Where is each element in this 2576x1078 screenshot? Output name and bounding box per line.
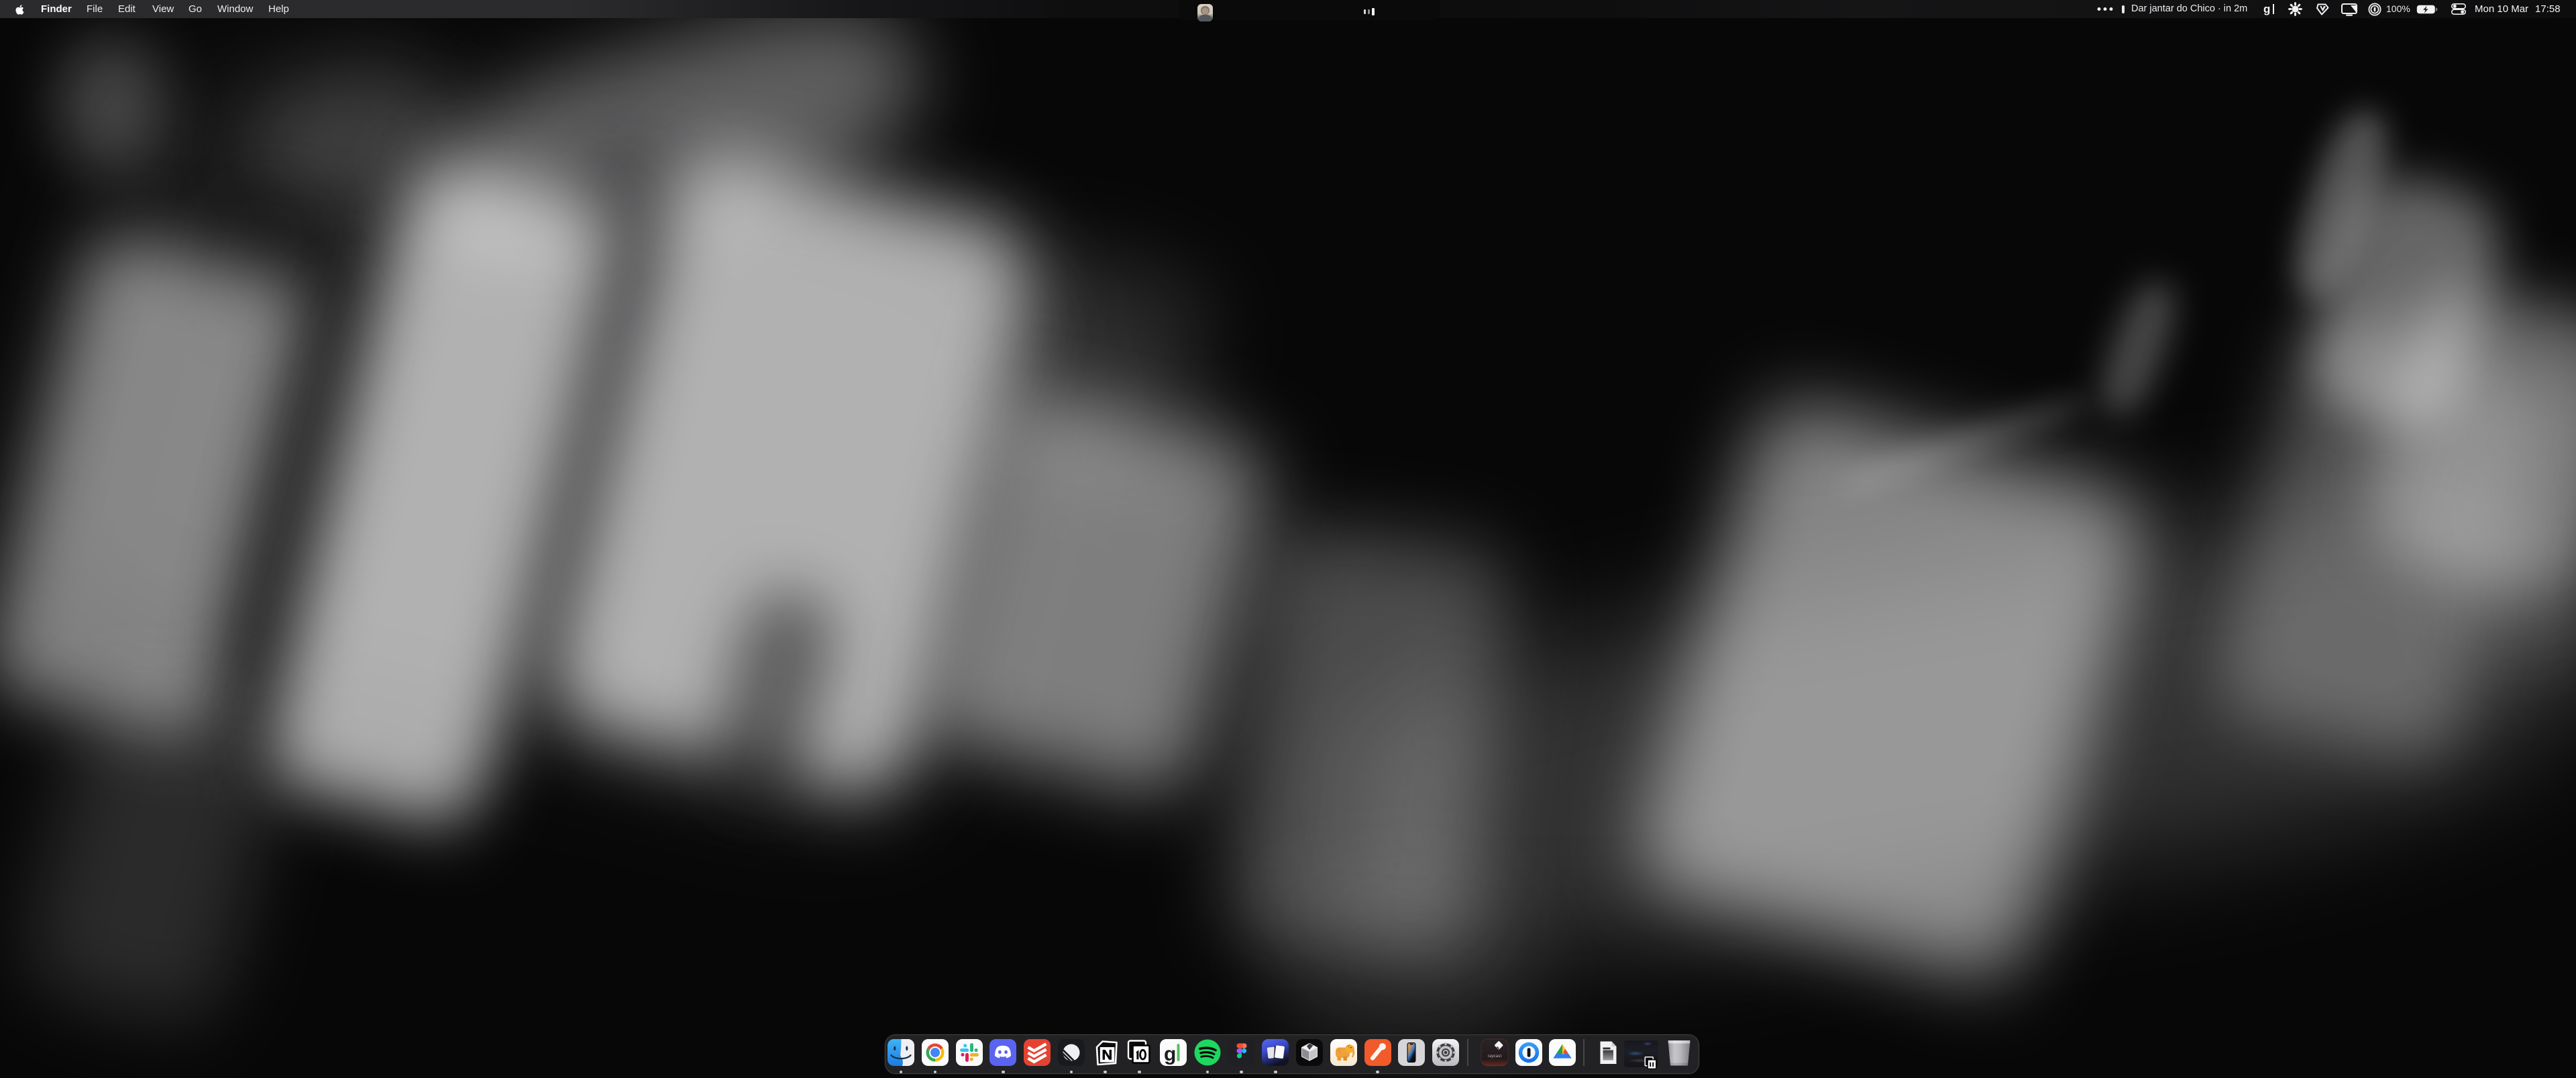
svg-text:g: g [1164,1043,1176,1065]
svg-text:raycast: raycast [1487,1055,1501,1059]
